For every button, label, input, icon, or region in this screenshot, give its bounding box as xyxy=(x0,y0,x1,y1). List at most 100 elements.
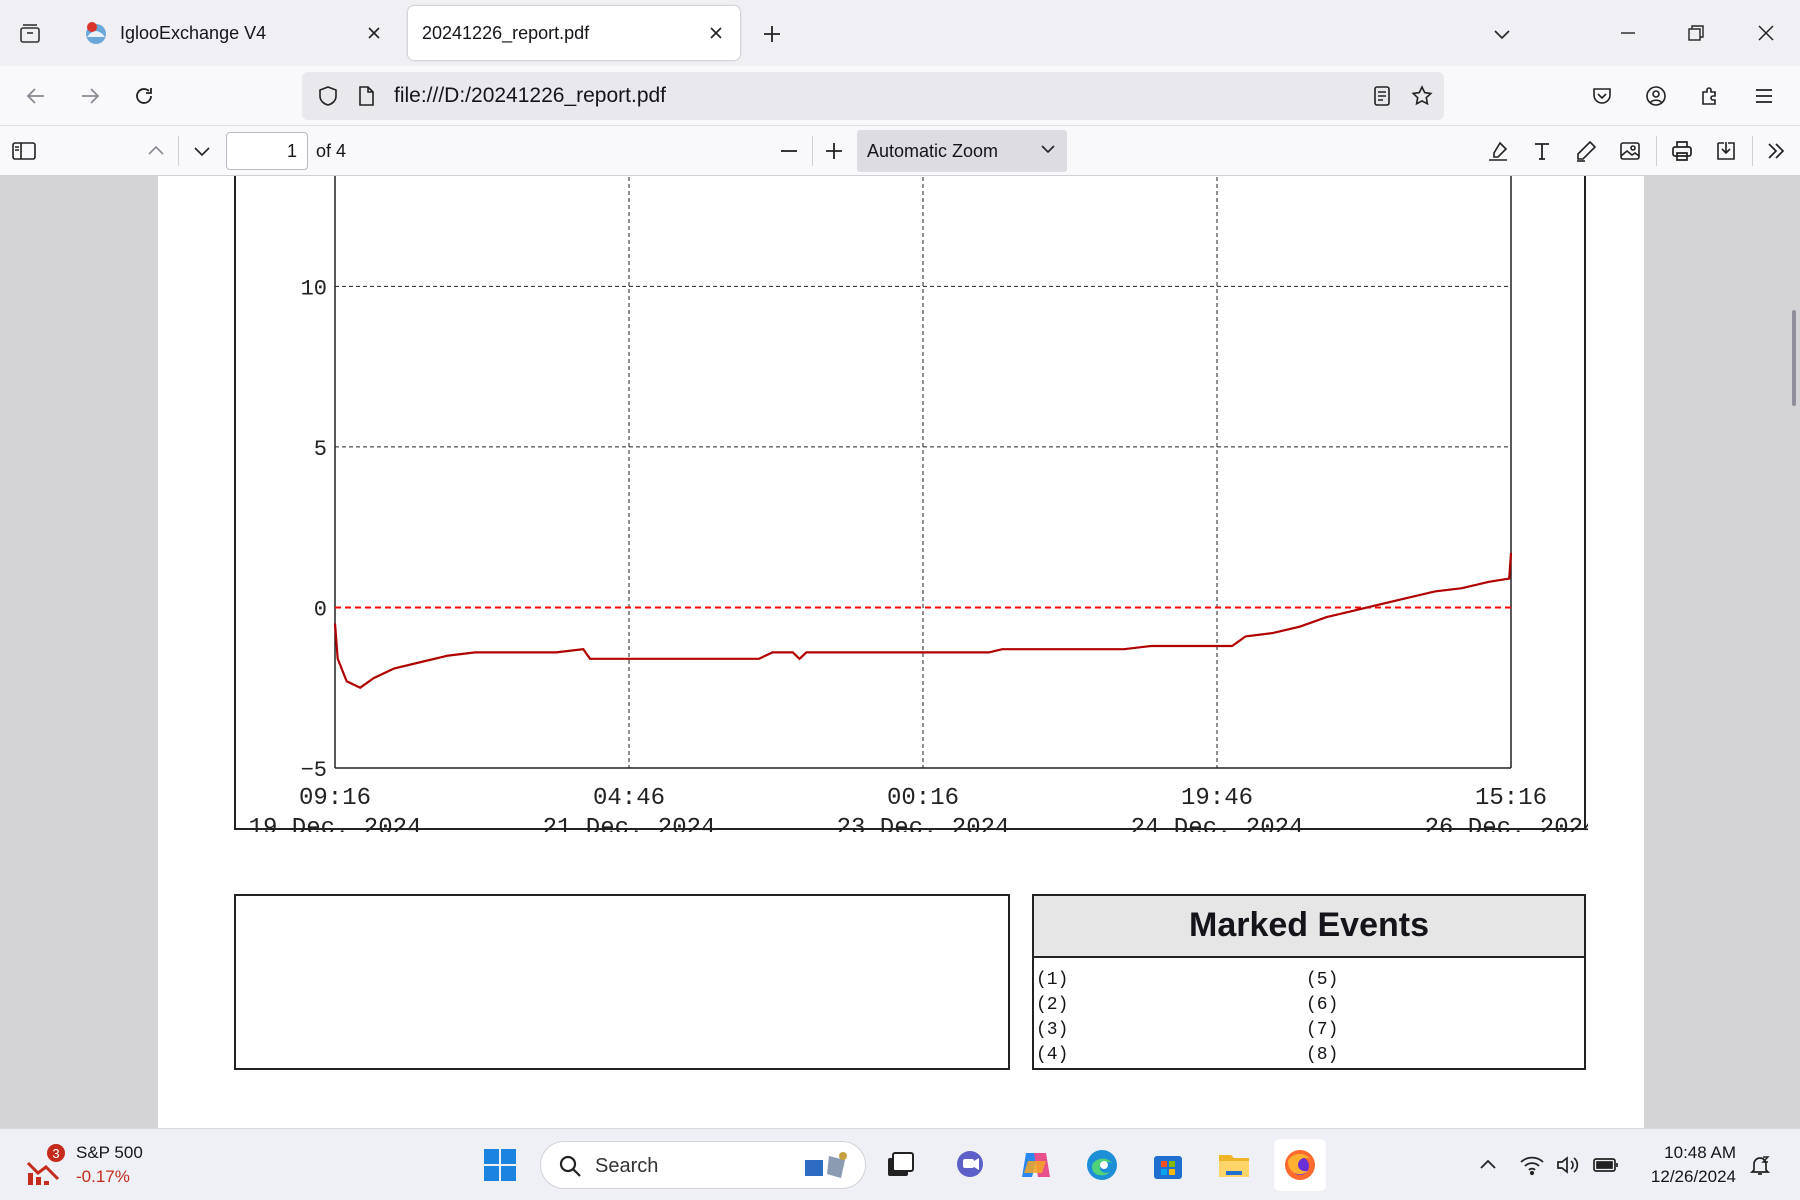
bookmark-star-icon[interactable] xyxy=(1410,84,1434,108)
tab-list-button[interactable] xyxy=(10,14,50,54)
account-icon xyxy=(1646,86,1666,106)
start-button[interactable] xyxy=(474,1139,526,1191)
task-view-icon xyxy=(888,1152,914,1176)
scrollbar-thumb[interactable] xyxy=(1792,310,1796,406)
new-tab-button[interactable] xyxy=(752,14,792,54)
back-button[interactable] xyxy=(14,74,58,118)
page-icon[interactable] xyxy=(354,84,378,108)
shield-icon[interactable] xyxy=(316,84,340,108)
speaker-icon xyxy=(1557,1156,1579,1174)
taskbar-search[interactable]: Search xyxy=(540,1141,866,1189)
close-tab-icon[interactable] xyxy=(360,19,388,47)
add-text-button[interactable] xyxy=(1524,133,1560,169)
page-count: of 4 xyxy=(316,141,347,161)
reader-view-icon[interactable] xyxy=(1370,84,1394,108)
toggle-sidebar-button[interactable] xyxy=(6,133,42,169)
task-view-button[interactable] xyxy=(874,1139,926,1191)
tab-title: IglooExchange V4 xyxy=(120,22,267,43)
pdf-viewer[interactable]: 10 5 0 −5 09:16 19 Dec. 2024 04:46 21 Dec. 2024… xyxy=(0,176,1800,1128)
notifications-button[interactable] xyxy=(1744,1149,1776,1181)
draw-button[interactable] xyxy=(1568,133,1604,169)
y-tick-label: 0 xyxy=(314,597,327,622)
arrow-right-icon xyxy=(82,88,100,104)
puzzle-icon xyxy=(1702,87,1716,105)
copilot-icon xyxy=(1022,1153,1050,1177)
forward-button[interactable] xyxy=(68,74,112,118)
account-button[interactable] xyxy=(1634,74,1678,118)
plus-icon xyxy=(826,143,842,159)
highlight-button[interactable] xyxy=(1480,133,1516,169)
teams-chat-button[interactable] xyxy=(944,1139,996,1191)
chevron-up-icon xyxy=(1480,1159,1496,1169)
chevron-down-icon xyxy=(1494,30,1510,40)
tab-title: 20241226_report.pdf xyxy=(422,22,590,43)
extensions-button[interactable] xyxy=(1688,74,1732,118)
taskbar: 3 S&P 500 -0.17% Search 10:48 AM 12/26/2… xyxy=(0,1128,1800,1200)
minimize-icon xyxy=(1621,32,1635,34)
hamburger-menu-icon xyxy=(1756,89,1772,103)
x-tick-time-label: 15:16 xyxy=(1475,785,1547,812)
event-label: (2) xyxy=(1036,995,1069,1015)
windows-logo-icon xyxy=(484,1149,516,1181)
close-tab-icon[interactable] xyxy=(702,19,730,47)
reload-button[interactable] xyxy=(122,74,166,118)
y-tick-label: −5 xyxy=(301,758,327,783)
x-tick-date-label: 21 Dec. 2024 xyxy=(543,815,716,832)
chevron-down-icon xyxy=(194,147,210,157)
event-label: (8) xyxy=(1306,1045,1339,1065)
close-window-button[interactable] xyxy=(1742,10,1790,56)
text-icon xyxy=(1535,143,1549,160)
save-button[interactable] xyxy=(1708,133,1744,169)
edge-button[interactable] xyxy=(1076,1139,1128,1191)
tools-button[interactable] xyxy=(1758,133,1794,169)
restore-button[interactable] xyxy=(1672,10,1720,56)
dreidel-icon xyxy=(805,1152,847,1178)
x-tick-date-label: 23 Dec. 2024 xyxy=(837,815,1010,832)
list-all-tabs-button[interactable] xyxy=(1482,14,1522,54)
download-icon xyxy=(1717,142,1735,160)
copilot-button[interactable] xyxy=(1010,1139,1062,1191)
firefox-button[interactable] xyxy=(1274,1139,1326,1191)
tab-report-pdf[interactable]: 20241226_report.pdf xyxy=(408,6,740,60)
url-text[interactable]: file:///D:/20241226_report.pdf xyxy=(394,84,666,108)
zoom-select[interactable]: Automatic Zoom xyxy=(857,130,1067,172)
pocket-button[interactable] xyxy=(1580,74,1624,118)
market-widget[interactable]: 3 S&P 500 -0.17% xyxy=(24,1139,164,1191)
marked-events-title: Marked Events xyxy=(1034,896,1584,958)
image-icon xyxy=(1620,142,1640,160)
menu-button[interactable] xyxy=(1742,74,1786,118)
line-chart: 10 5 0 −509:16 19 Dec. 2024 04:46 21 Dec. 2024… xyxy=(249,176,1588,832)
add-image-button[interactable] xyxy=(1612,133,1648,169)
tab-list-icon xyxy=(20,24,40,43)
address-bar[interactable]: file:///D:/20241226_report.pdf xyxy=(302,72,1444,120)
page-number-input[interactable]: 1 xyxy=(226,132,308,170)
volume-button[interactable] xyxy=(1552,1149,1584,1181)
next-page-button[interactable] xyxy=(184,133,220,169)
minimize-button[interactable] xyxy=(1604,10,1652,56)
print-button[interactable] xyxy=(1664,133,1700,169)
previous-page-button[interactable] xyxy=(138,133,174,169)
tab-iglooexchange[interactable]: IglooExchange V4 xyxy=(68,6,398,60)
file-explorer-button[interactable] xyxy=(1208,1139,1260,1191)
search-label: Search xyxy=(595,1155,659,1177)
chart-frame: 10 5 0 −5 09:16 19 Dec. 2024 04:46 21 Dec. 2024… xyxy=(234,176,1588,832)
zoom-out-button[interactable] xyxy=(771,133,807,169)
printer-icon xyxy=(1672,141,1692,161)
store-button[interactable] xyxy=(1142,1139,1194,1191)
x-tick-date-label: 24 Dec. 2024 xyxy=(1131,815,1304,832)
empty-panel xyxy=(234,894,1010,1070)
show-hidden-icons-button[interactable] xyxy=(1472,1149,1504,1181)
clock[interactable]: 10:48 AM 12/26/2024 xyxy=(1636,1141,1736,1189)
battery-icon xyxy=(1593,1158,1618,1172)
search-icon xyxy=(559,1155,581,1177)
wifi-button[interactable] xyxy=(1516,1149,1548,1181)
notification-bell-icon xyxy=(1749,1156,1771,1175)
battery-button[interactable] xyxy=(1590,1149,1622,1181)
widget-value: -0.17% xyxy=(76,1167,130,1186)
notification-badge: 3 xyxy=(52,1146,59,1161)
store-icon xyxy=(1154,1156,1182,1179)
toolbar-divider xyxy=(1752,136,1753,166)
clock-time: 10:48 AM xyxy=(1664,1143,1736,1162)
x-tick-time-label: 04:46 xyxy=(593,785,665,812)
zoom-in-button[interactable] xyxy=(816,133,852,169)
